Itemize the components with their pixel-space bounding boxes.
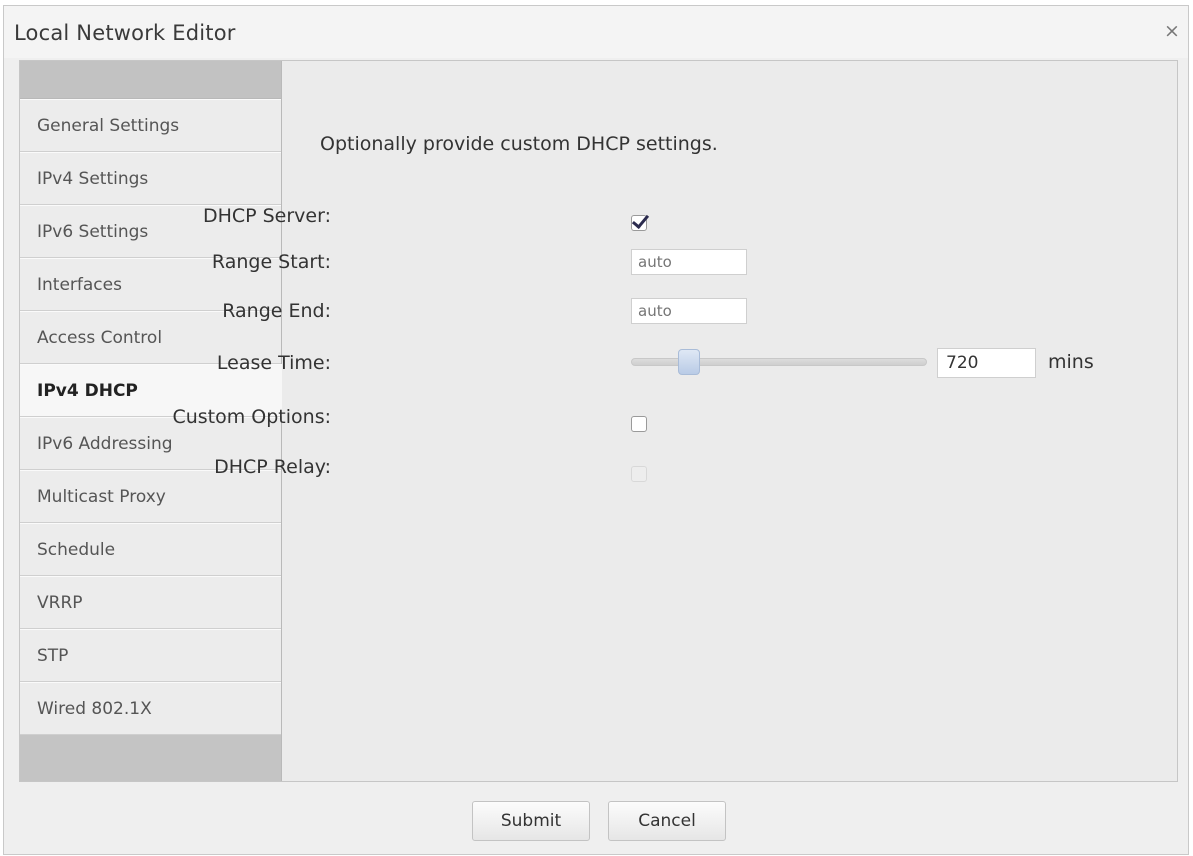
local-network-editor-dialog: Local Network Editor × General Settings …	[3, 5, 1189, 855]
dialog-footer: Submit Cancel	[4, 786, 1188, 854]
custom-options-checkbox[interactable]	[631, 416, 647, 432]
sidebar-item-schedule[interactable]: Schedule	[20, 523, 281, 576]
lease-time-slider-thumb[interactable]	[677, 349, 700, 375]
lease-time-slider-track[interactable]	[631, 358, 927, 366]
range-end-row: Range End:	[222, 296, 1177, 326]
range-start-input[interactable]	[631, 249, 747, 275]
dhcp-server-checkbox[interactable]	[631, 215, 647, 231]
lease-time-label: Lease Time:	[216, 352, 331, 374]
range-end-label: Range End:	[222, 300, 331, 322]
dhcp-server-row: DHCP Server:	[203, 201, 1177, 231]
dialog-title: Local Network Editor	[14, 21, 236, 45]
sidebar-item-vrrp[interactable]: VRRP	[20, 576, 281, 629]
range-end-input[interactable]	[631, 298, 747, 324]
cancel-button[interactable]: Cancel	[608, 801, 726, 841]
sidebar-item-wired-8021x[interactable]: Wired 802.1X	[20, 682, 281, 735]
range-start-row: Range Start:	[212, 247, 1177, 277]
dialog-titlebar: Local Network Editor ×	[4, 6, 1188, 58]
dhcp-relay-checkbox[interactable]	[631, 466, 647, 482]
sidebar-header	[20, 61, 281, 99]
sidebar-item-ipv4-settings[interactable]: IPv4 Settings	[20, 152, 281, 205]
dhcp-relay-label: DHCP Relay:	[214, 456, 331, 478]
sidebar-item-stp[interactable]: STP	[20, 629, 281, 682]
sidebar-item-general-settings[interactable]: General Settings	[20, 99, 281, 152]
custom-options-label: Custom Options:	[172, 406, 331, 428]
lease-time-row: Lease Time: mins	[217, 348, 1177, 378]
dhcp-settings-pane: Optionally provide custom DHCP settings.…	[172, 61, 1177, 781]
dhcp-server-label: DHCP Server:	[202, 205, 331, 227]
intro-text: Optionally provide custom DHCP settings.	[320, 133, 718, 155]
custom-options-row: Custom Options:	[172, 402, 1177, 432]
range-start-label: Range Start:	[211, 251, 331, 273]
dhcp-relay-row: DHCP Relay:	[214, 452, 1177, 482]
editor-panel: General Settings IPv4 Settings IPv6 Sett…	[19, 60, 1178, 782]
lease-time-unit: mins	[1048, 351, 1094, 373]
lease-time-input[interactable]	[937, 348, 1036, 378]
close-icon[interactable]: ×	[1162, 20, 1182, 42]
submit-button[interactable]: Submit	[472, 801, 590, 841]
